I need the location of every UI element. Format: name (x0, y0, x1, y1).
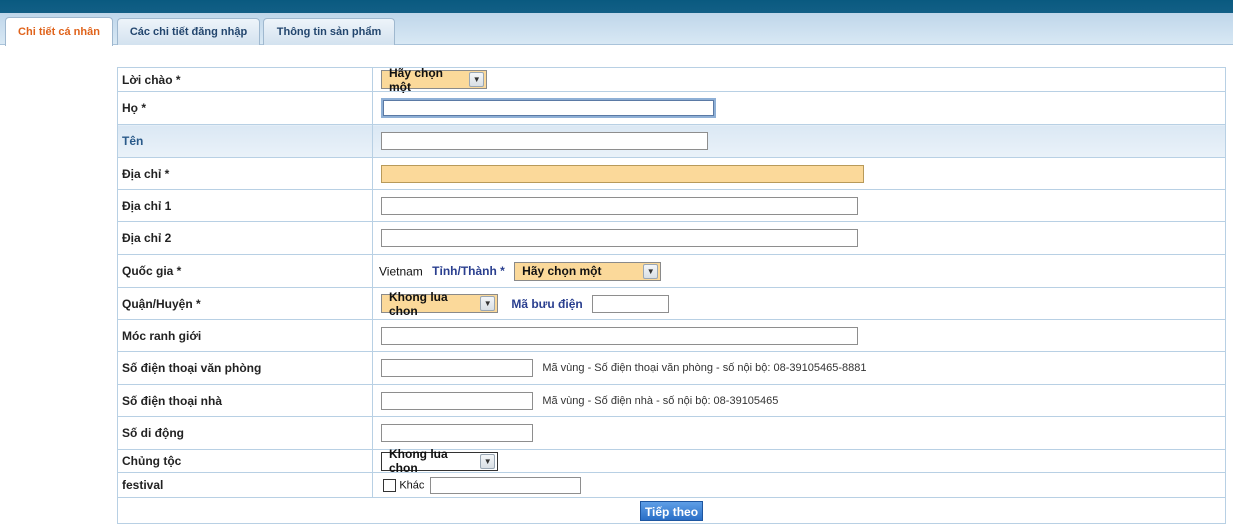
province-select[interactable]: Hãy chọn một ▼ (514, 261, 662, 281)
chevron-down-icon: ▼ (480, 296, 495, 311)
tab-personal-details[interactable]: Chi tiết cá nhân (5, 17, 113, 46)
address2-input[interactable] (381, 229, 858, 247)
district-select[interactable]: Khong lua chon ▼ (381, 290, 498, 318)
other-festival-input[interactable] (429, 476, 581, 494)
ethnicity-label: Chủng tộc (117, 449, 373, 473)
first-name-label: Tên (117, 124, 373, 158)
row-district: Quận/Huyện * Khong lua chon ▼ Mã bưu điệ… (117, 287, 1226, 320)
row-actions: Tiếp theo (117, 497, 1226, 524)
next-button[interactable]: Tiếp theo (639, 500, 704, 521)
chevron-down-icon: ▼ (480, 453, 495, 469)
district-value: Khong lua chon (389, 289, 448, 318)
chevron-down-icon: ▼ (643, 263, 659, 279)
festival-label: festival (117, 472, 373, 498)
row-first-name: Tên (117, 124, 1226, 158)
country-label: Quốc gia * (117, 254, 373, 288)
last-name-label: Họ * (117, 91, 373, 125)
row-address2: Địa chỉ 2 (117, 221, 1226, 255)
postal-code-label: Mã bưu điện (511, 296, 583, 311)
mobile-input[interactable] (381, 424, 533, 442)
tab-login-details[interactable]: Các chi tiết đăng nhập (117, 18, 260, 45)
province-value: Hãy chọn một (522, 264, 602, 278)
tab-product-info[interactable]: Thông tin sản phẩm (263, 18, 395, 45)
district-label: Quận/Huyện * (117, 287, 373, 320)
salutation-value: Hãy chọn một (389, 65, 444, 94)
top-bar (0, 0, 1233, 13)
row-mobile: Số di động (117, 416, 1226, 450)
address1-label: Địa chỉ 1 (117, 189, 373, 222)
row-salutation: Lời chào * Hãy chọn một ▼ (117, 66, 1226, 94)
address-input[interactable] (381, 164, 864, 183)
row-country: Quốc gia * Vietnam Tỉnh/Thành * Hãy chọn… (117, 254, 1226, 288)
other-checkbox-label: Khác (399, 479, 425, 491)
office-phone-label: Số điện thoại văn phòng (117, 351, 373, 385)
row-boundary: Móc ranh giới (117, 319, 1226, 352)
province-label: Tỉnh/Thành * (432, 264, 505, 278)
address-label: Địa chỉ * (117, 157, 373, 190)
last-name-input[interactable] (381, 98, 716, 118)
boundary-input[interactable] (381, 326, 858, 345)
home-phone-hint: Mã vùng - Số điện nhà - số nội bộ: 08-39… (542, 394, 779, 407)
office-phone-input[interactable] (381, 359, 533, 377)
home-phone-input[interactable] (381, 391, 533, 410)
row-office-phone: Số điện thoại văn phòng Mã vùng - Số điệ… (117, 351, 1226, 385)
home-phone-label: Số điện thoại nhà (117, 384, 373, 417)
row-address: Địa chỉ * (117, 157, 1226, 190)
row-last-name: Họ * (117, 91, 1226, 125)
ethnicity-value: Khong lua chon (389, 447, 448, 475)
personal-details-form: Lời chào * Hãy chọn một ▼ Họ * Tên Địa c… (117, 66, 1226, 524)
row-festival: festival Khác (117, 472, 1226, 498)
row-address1: Địa chỉ 1 (117, 189, 1226, 222)
tab-strip: Chi tiết cá nhân Các chi tiết đăng nhập … (0, 13, 1233, 46)
address1-input[interactable] (381, 196, 858, 215)
row-home-phone: Số điện thoại nhà Mã vùng - Số điện nhà … (117, 384, 1226, 417)
office-phone-hint: Mã vùng - Số điện thoại văn phòng - số n… (542, 362, 867, 374)
boundary-label: Móc ranh giới (117, 319, 373, 352)
mobile-label: Số di động (117, 416, 373, 450)
first-name-input[interactable] (381, 132, 708, 150)
chevron-down-icon: ▼ (469, 72, 484, 87)
salutation-select[interactable]: Hãy chọn một ▼ (381, 66, 487, 94)
other-checkbox[interactable] (383, 478, 396, 492)
country-value: Vietnam (379, 264, 423, 278)
address2-label: Địa chỉ 2 (117, 221, 373, 255)
row-ethnicity: Chủng tộc Khong lua chon ▼ (117, 447, 1226, 475)
salutation-label: Lời chào * (117, 67, 373, 92)
postal-code-input[interactable] (592, 294, 670, 313)
ethnicity-select[interactable]: Khong lua chon ▼ (381, 447, 498, 475)
